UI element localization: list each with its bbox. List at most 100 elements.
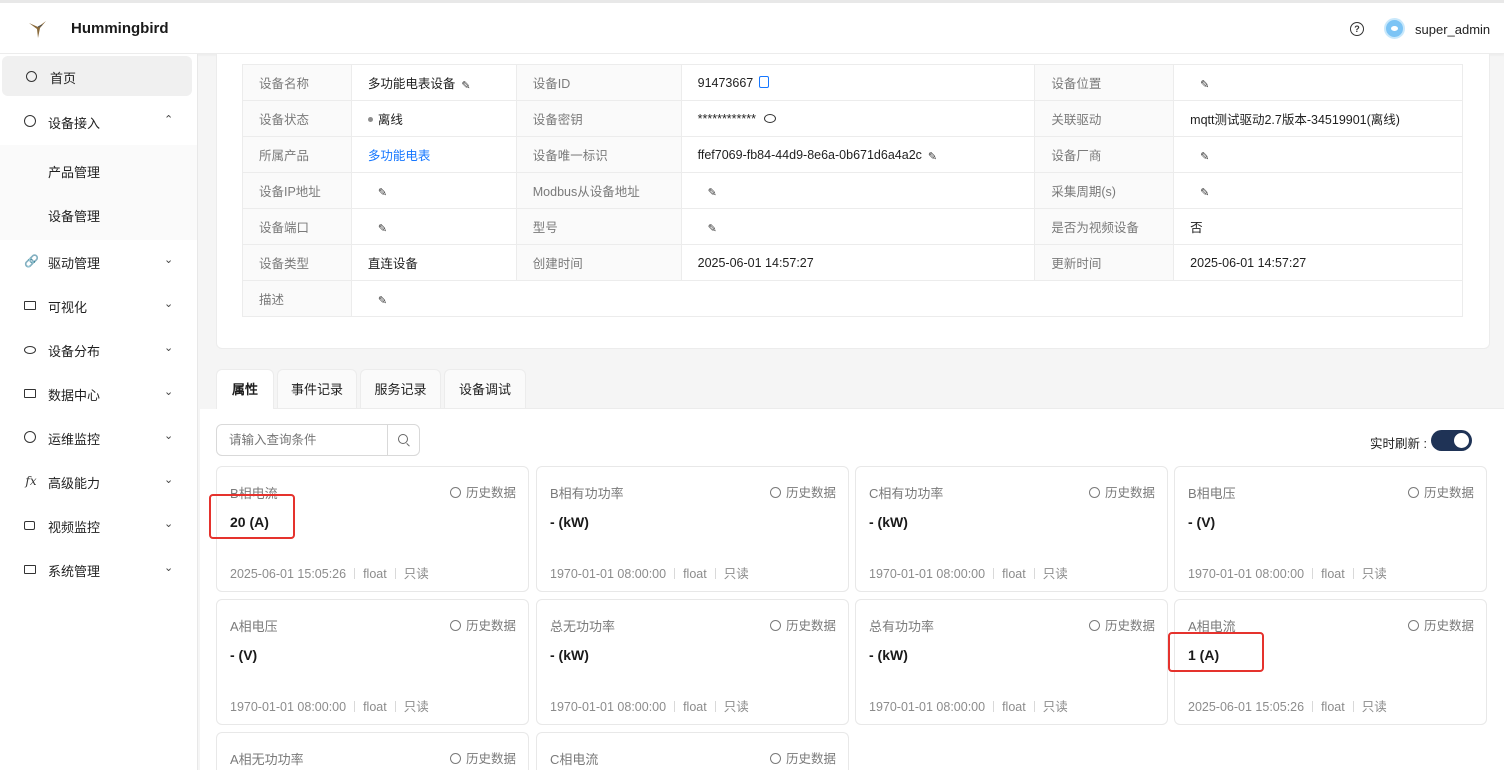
sidebar-item-driver-management[interactable]: 🔗 驱动管理 ⌄ [0, 241, 192, 281]
edit-icon[interactable]: ✎ [1200, 79, 1210, 90]
sidebar-item-label: 设备接入 [48, 116, 101, 131]
device-id-text: 91473667 [697, 75, 754, 90]
avatar[interactable] [1384, 18, 1405, 39]
table-row: 设备IP地址 ✎ Modbus从设备地址 ✎ 采集周期(s) ✎ [242, 172, 1463, 209]
edit-icon[interactable]: ✎ [1200, 187, 1210, 198]
chevron-down-icon: ⌄ [164, 518, 174, 530]
property-value: - (V) [230, 647, 258, 663]
property-type: float [363, 700, 387, 714]
sidebar-item-advanced[interactable]: fx 高级能力 ⌄ [0, 461, 192, 501]
sidebar-item-home[interactable]: 首页 [2, 56, 192, 96]
app-title[interactable]: Hummingbird [71, 20, 169, 37]
property-meta: 1970-01-01 08:00:00 float 只读 [550, 563, 749, 582]
history-data-button[interactable]: 历史数据 [449, 615, 516, 634]
tab-device-debug[interactable]: 设备调试 [444, 369, 526, 408]
realtime-refresh-label: 实时刷新 : [1370, 437, 1427, 451]
property-meta: 1970-01-01 08:00:00 float 只读 [869, 563, 1068, 582]
status-dot-icon [367, 117, 373, 122]
device-info-table: 设备名称 多功能电表设备 ✎ 设备ID 91473667 设备位置 ✎ 设备状态 … [242, 64, 1464, 317]
eye-icon[interactable] [764, 113, 776, 123]
field-label: 所属产品 [242, 136, 352, 173]
property-time: 1970-01-01 08:00:00 [230, 700, 347, 714]
divider [993, 701, 995, 712]
property-access: 只读 [403, 700, 429, 714]
video-icon [24, 521, 35, 530]
property-time: 1970-01-01 08:00:00 [550, 567, 667, 581]
table-row: 所属产品 多功能电表 设备唯一标识 ffef7069-fb84-44d9-8e6… [242, 136, 1463, 173]
property-type: float [1002, 567, 1026, 581]
edit-icon[interactable]: ✎ [1200, 151, 1210, 162]
sidebar-item-device-distribution[interactable]: 设备分布 ⌄ [0, 329, 192, 369]
hummingbird-logo-icon[interactable] [26, 17, 50, 41]
edit-icon[interactable]: ✎ [378, 187, 388, 198]
edit-icon[interactable]: ✎ [378, 295, 388, 306]
sidebar-item-video-monitoring[interactable]: 视频监控 ⌄ [0, 505, 192, 545]
history-clock-icon [769, 487, 781, 498]
field-label: 关联驱动 [1034, 100, 1175, 137]
product-link[interactable]: 多功能电表 [368, 149, 431, 163]
property-meta: 1970-01-01 08:00:00 float 只读 [869, 696, 1068, 715]
edit-icon[interactable]: ✎ [708, 223, 718, 234]
property-name: B相电压 [1188, 486, 1236, 501]
field-label: 设备名称 [242, 64, 352, 101]
history-clock-icon [1407, 620, 1419, 631]
tab-service-records[interactable]: 服务记录 [360, 369, 441, 408]
sidebar-subitem-device-management[interactable]: 设备管理 [48, 206, 100, 225]
eye-icon [24, 346, 36, 354]
chevron-down-icon: ⌄ [164, 254, 174, 266]
globe-icon [24, 115, 36, 127]
history-data-button[interactable]: 历史数据 [1407, 482, 1474, 501]
username[interactable]: super_admin [1415, 22, 1490, 37]
field-label: 设备唯一标识 [515, 136, 682, 173]
sidebar-item-ops-monitoring[interactable]: 运维监控 ⌄ [0, 417, 192, 457]
question-circle-icon[interactable]: ? [1350, 22, 1364, 36]
edit-icon[interactable]: ✎ [928, 151, 938, 162]
home-icon [26, 71, 37, 82]
sidebar-subitem-product-management[interactable]: 产品管理 [48, 162, 100, 181]
history-data-button[interactable]: 历史数据 [1088, 482, 1155, 501]
tab-event-records[interactable]: 事件记录 [277, 369, 357, 408]
property-card: B相有功功率 历史数据 - (kW) 1970-01-01 08:00:00 fl… [536, 466, 849, 592]
property-type: float [683, 567, 707, 581]
history-data-button[interactable]: 历史数据 [449, 748, 516, 767]
divider [674, 701, 676, 712]
history-data-button[interactable]: 历史数据 [1407, 615, 1474, 634]
property-access: 只读 [1042, 700, 1068, 714]
sidebar-item-data-center[interactable]: 数据中心 ⌄ [0, 373, 192, 413]
search-icon [398, 434, 408, 444]
period-value: ✎ [1173, 172, 1463, 209]
search-button[interactable] [387, 425, 419, 455]
field-label: 型号 [515, 208, 682, 245]
tab-divider [274, 408, 1504, 409]
search-input[interactable] [229, 433, 379, 447]
submenu [0, 145, 197, 240]
edit-icon[interactable]: ✎ [708, 187, 718, 198]
sidebar-item-device-access[interactable]: 设备接入 ⌃ [0, 101, 192, 141]
realtime-refresh-toggle[interactable] [1431, 430, 1472, 451]
edit-icon[interactable]: ✎ [378, 223, 388, 234]
sidebar-item-label: 可视化 [48, 300, 88, 315]
status-text: 离线 [377, 113, 403, 127]
tab-properties[interactable]: 属性 [216, 369, 274, 409]
history-data-button[interactable]: 历史数据 [769, 482, 836, 501]
edit-icon[interactable]: ✎ [461, 81, 471, 92]
history-data-button[interactable]: 历史数据 [769, 615, 836, 634]
model-value: ✎ [680, 208, 1036, 245]
history-data-button[interactable]: 历史数据 [1088, 615, 1155, 634]
sidebar-item-system-management[interactable]: 系统管理 ⌄ [0, 549, 192, 589]
history-clock-icon [1407, 487, 1419, 498]
copy-icon[interactable] [759, 75, 770, 88]
property-value: - (kW) [550, 647, 589, 663]
sidebar-item-visualization[interactable]: 可视化 ⌄ [0, 285, 192, 325]
property-value: - (V) [1188, 514, 1216, 530]
history-label: 历史数据 [1104, 619, 1155, 633]
history-data-button[interactable]: 历史数据 [449, 482, 516, 501]
chevron-up-icon: ⌃ [164, 114, 174, 126]
chevron-down-icon: ⌄ [164, 474, 174, 486]
history-label: 历史数据 [785, 752, 836, 766]
device-name-text: 多功能电表设备 [367, 77, 456, 91]
device-location-value: ✎ [1173, 64, 1463, 101]
table-row: 设备端口 ✎ 型号 ✎ 是否为视频设备 否 [242, 208, 1463, 245]
history-data-button[interactable]: 历史数据 [769, 748, 836, 767]
property-card: B相电压 历史数据 - (V) 1970-01-01 08:00:00 float… [1174, 466, 1487, 592]
